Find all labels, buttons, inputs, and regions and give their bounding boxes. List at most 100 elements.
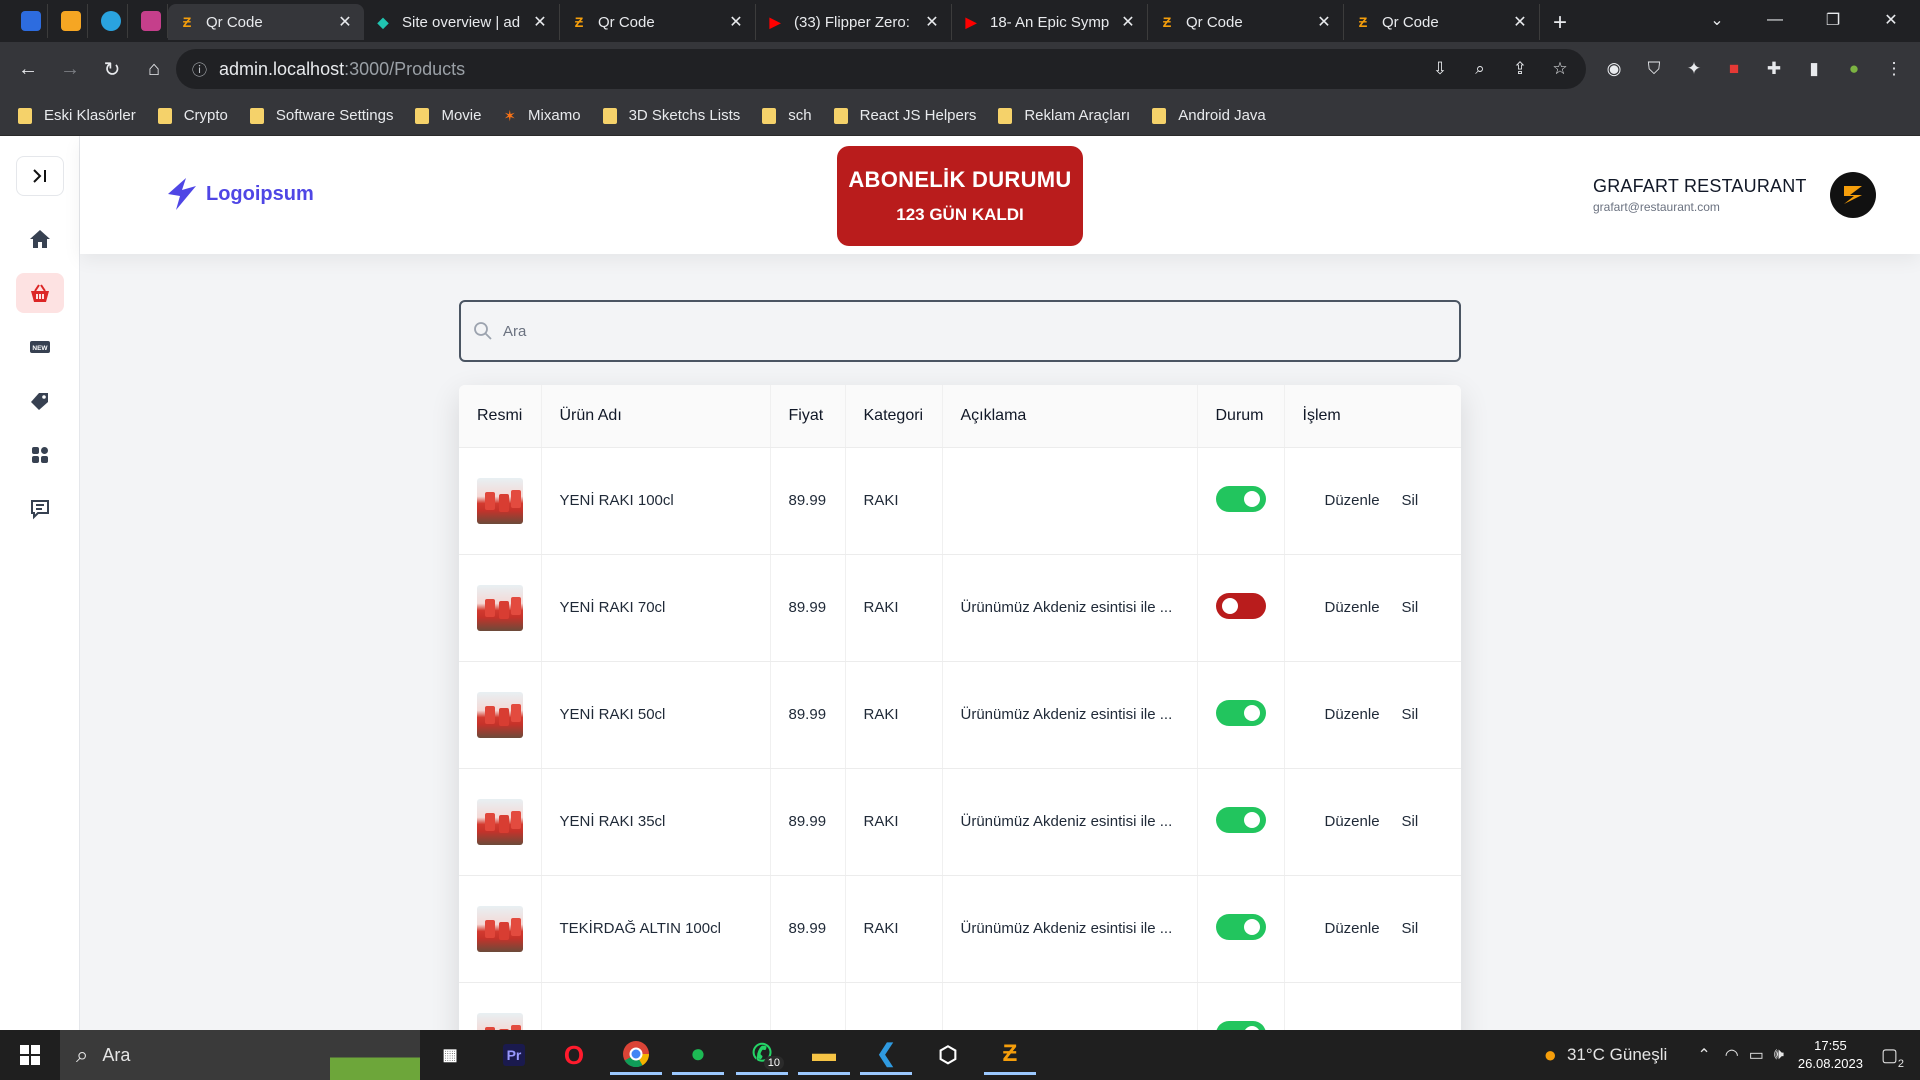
bookmark-folder[interactable]: Reklam Araçları <box>998 107 1130 124</box>
bookmark-folder[interactable]: React JS Helpers <box>833 107 976 124</box>
sidebar-item-products[interactable] <box>16 273 64 313</box>
side-panel-icon[interactable]: ▮ <box>1798 49 1830 89</box>
extension-icon[interactable]: ✦ <box>1678 49 1710 89</box>
browser-tab[interactable]: Ƶ Qr Code ✕ <box>560 4 756 40</box>
delete-button[interactable]: Sil <box>1402 599 1419 616</box>
sidebar-item-new[interactable]: NEW <box>16 327 64 367</box>
chrome-icon[interactable] <box>610 1035 662 1075</box>
logo[interactable]: Logoipsum <box>162 176 314 212</box>
home-icon[interactable]: ⌂ <box>134 49 174 89</box>
volume-icon[interactable]: 🕪 <box>1774 1046 1784 1064</box>
close-tab-icon[interactable]: ✕ <box>1315 12 1333 32</box>
pinned-tab[interactable] <box>54 4 88 38</box>
shield-icon[interactable]: ⛉ <box>1638 49 1670 89</box>
close-tab-icon[interactable]: ✕ <box>923 12 941 32</box>
bookmark-folder[interactable]: 3D Sketchs Lists <box>602 107 740 124</box>
sidebar-item-tags[interactable] <box>16 381 64 421</box>
bookmark-folder[interactable]: Eski Klasörler <box>18 107 136 124</box>
delete-button[interactable]: Sil <box>1402 706 1419 723</box>
weather-text[interactable]: 31°C Güneşli <box>1567 1045 1667 1065</box>
start-button[interactable] <box>0 1030 60 1080</box>
unity-icon[interactable]: ⬡ <box>922 1035 974 1075</box>
extension-icon[interactable]: ◉ <box>1598 49 1630 89</box>
clock[interactable]: 17:55 26.08.2023 <box>1798 1037 1863 1073</box>
sidebar-item-comments[interactable] <box>16 489 64 529</box>
folder-icon <box>833 107 848 124</box>
close-tab-icon[interactable]: ✕ <box>531 12 549 32</box>
close-tab-icon[interactable]: ✕ <box>1511 12 1529 32</box>
status-toggle[interactable] <box>1215 592 1266 619</box>
close-tab-icon[interactable]: ✕ <box>336 12 354 32</box>
pinned-tab[interactable] <box>14 4 48 38</box>
edit-button[interactable]: Düzenle <box>1325 706 1380 723</box>
delete-button[interactable]: Sil <box>1402 920 1419 937</box>
new-tab-icon[interactable]: + <box>1540 4 1580 42</box>
delete-button[interactable]: Sil <box>1402 492 1419 509</box>
browser-tab[interactable]: ▶ (33) Flipper Zero: ✕ <box>756 4 952 40</box>
vscode-icon[interactable]: ❮ <box>860 1035 912 1075</box>
address-bar[interactable]: ⓘ admin.localhost:3000/Products ⇩ ⌕ ⇪ ☆ <box>176 49 1586 89</box>
whatsapp-icon[interactable]: ✆ 10 <box>736 1035 788 1075</box>
bookmark-link[interactable]: ✶ Mixamo <box>503 107 580 125</box>
spotify-icon[interactable]: ● <box>672 1035 724 1075</box>
status-toggle[interactable] <box>1215 699 1266 726</box>
wifi-icon[interactable]: ◠ <box>1725 1045 1739 1065</box>
browser-tab[interactable]: ▶ 18- An Epic Symp ✕ <box>952 4 1148 40</box>
forward-arrow-icon[interactable]: → <box>50 49 90 89</box>
bookmark-folder[interactable]: Software Settings <box>249 107 393 124</box>
browser-tab[interactable]: Ƶ Qr Code ✕ <box>1344 4 1540 40</box>
close-tab-icon[interactable]: ✕ <box>1119 12 1137 32</box>
column-header-status: Durum <box>1197 385 1285 448</box>
file-explorer-icon[interactable]: ▬ <box>798 1035 850 1075</box>
browser-tab[interactable]: Ƶ Qr Code ✕ <box>1148 4 1344 40</box>
extension-icon[interactable]: ■ <box>1718 49 1750 89</box>
bookmark-folder[interactable]: sch <box>762 107 812 124</box>
qr-app-icon[interactable]: Ƶ <box>984 1035 1036 1075</box>
bookmark-star-icon[interactable]: ☆ <box>1544 53 1576 85</box>
opera-icon[interactable]: O <box>548 1035 600 1075</box>
back-arrow-icon[interactable]: ← <box>8 49 48 89</box>
edit-button[interactable]: Düzenle <box>1325 492 1380 509</box>
battery-icon[interactable]: ▭ <box>1749 1045 1764 1065</box>
puzzle-icon[interactable]: ✚ <box>1758 49 1790 89</box>
sidebar-item-categories[interactable] <box>16 435 64 475</box>
bookmark-folder[interactable]: Android Java <box>1152 107 1266 124</box>
search-input[interactable] <box>503 322 1403 340</box>
status-toggle[interactable] <box>1215 1020 1266 1030</box>
status-toggle[interactable] <box>1215 485 1266 512</box>
edit-button[interactable]: Düzenle <box>1325 813 1380 830</box>
browser-tab[interactable]: ◆ Site overview | ad ✕ <box>364 4 560 40</box>
edit-button[interactable]: Düzenle <box>1325 599 1380 616</box>
task-view-icon[interactable]: ▦ <box>424 1035 476 1075</box>
zoom-icon[interactable]: ⌕ <box>1464 53 1496 85</box>
mixamo-icon: ✶ <box>503 107 517 125</box>
sidebar-item-home[interactable] <box>16 219 64 259</box>
search-bar[interactable] <box>459 300 1461 362</box>
install-app-icon[interactable]: ⇩ <box>1424 53 1456 85</box>
sidebar-toggle-button[interactable] <box>16 156 64 196</box>
restore-icon[interactable]: ❐ <box>1804 0 1862 40</box>
pinned-tab[interactable] <box>94 4 128 38</box>
notifications-icon[interactable]: ▢ 2 <box>1881 1045 1904 1070</box>
bookmark-folder[interactable]: Movie <box>415 107 481 124</box>
menu-kebab-icon[interactable]: ⋮ <box>1878 49 1910 89</box>
delete-button[interactable]: Sil <box>1402 813 1419 830</box>
edit-button[interactable]: Düzenle <box>1325 920 1380 937</box>
minimize-icon[interactable]: — <box>1746 0 1804 40</box>
taskbar-search[interactable]: ⌕ Ara <box>60 1030 420 1080</box>
avatar[interactable] <box>1830 172 1876 218</box>
chevron-up-icon[interactable]: ⌃ <box>1697 1045 1710 1065</box>
bookmark-folder[interactable]: Crypto <box>157 107 228 124</box>
status-toggle[interactable] <box>1215 913 1266 940</box>
premiere-pro-icon[interactable]: Pr <box>488 1035 540 1075</box>
browser-tab[interactable]: Ƶ Qr Code ✕ <box>168 4 364 40</box>
site-info-icon[interactable]: ⓘ <box>192 59 207 80</box>
reload-icon[interactable]: ↻ <box>92 49 132 89</box>
pinned-tab[interactable] <box>134 4 168 38</box>
close-window-icon[interactable]: ✕ <box>1862 0 1920 40</box>
close-tab-icon[interactable]: ✕ <box>727 12 745 32</box>
tab-search-chevron-icon[interactable]: ⌄ <box>1688 0 1746 40</box>
share-icon[interactable]: ⇪ <box>1504 53 1536 85</box>
profile-avatar-icon[interactable]: ● <box>1838 49 1870 89</box>
status-toggle[interactable] <box>1215 806 1266 833</box>
